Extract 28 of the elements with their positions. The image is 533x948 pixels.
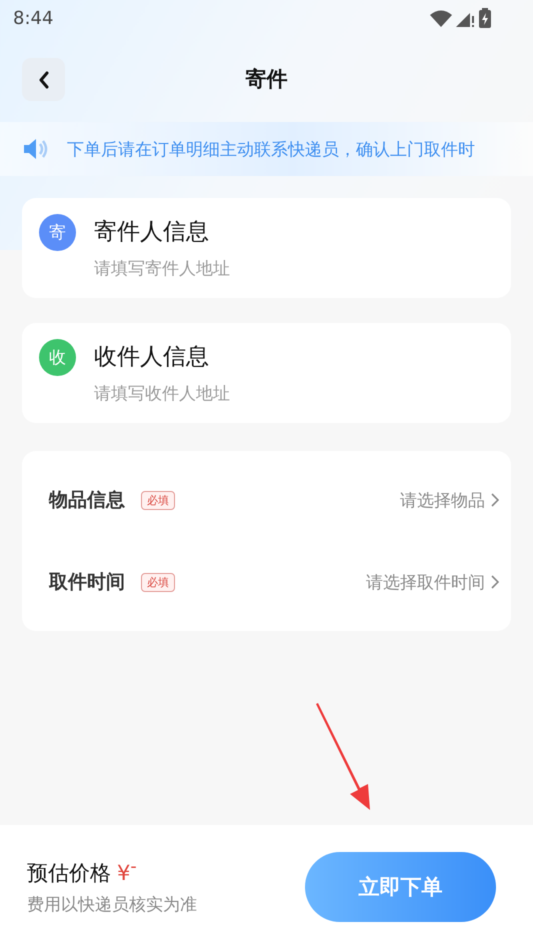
- price-value: ¥$^{-}$: [117, 861, 137, 885]
- chevron-icon: [491, 575, 499, 589]
- back-button[interactable]: [22, 58, 65, 101]
- field-label: 物品信息: [49, 488, 125, 513]
- address-hint: 请填写寄件人地址: [94, 258, 230, 280]
- wifi-icon: [430, 10, 452, 26]
- required-tag: 必填: [141, 572, 175, 592]
- speaker-icon: [23, 137, 49, 161]
- contact-badge: 寄: [39, 214, 76, 251]
- status-time: 8:44: [13, 8, 54, 28]
- contact-title: 收件人信息: [94, 343, 210, 372]
- back-icon: [38, 70, 50, 88]
- field-selector[interactable]: 请选择物品: [400, 488, 499, 512]
- price-note: 费用以快递员核实为准: [27, 894, 197, 916]
- contact-card[interactable]: 收 收件人信息 请填写收件人地址: [22, 323, 511, 423]
- price-label: 预估价格: [27, 861, 111, 885]
- contact-badge: 收: [39, 339, 76, 376]
- battery-icon: [479, 8, 491, 28]
- order-button[interactable]: 立即下单: [305, 852, 496, 922]
- address-hint: 请填写收件人地址: [94, 383, 230, 405]
- notice-text: 下单后请在订单明细主动联系快递员，确认上门取件时: [67, 138, 475, 160]
- field-label: 取件时间: [49, 570, 125, 595]
- page-title: 寄件: [246, 66, 288, 93]
- contact-title: 寄件人信息: [94, 218, 210, 247]
- chevron-icon: [491, 493, 499, 507]
- required-tag: 必填: [141, 490, 175, 510]
- field-selector[interactable]: 请选择取件时间: [366, 570, 499, 594]
- contact-card[interactable]: 寄 寄件人信息 请填写寄件人地址: [22, 198, 511, 298]
